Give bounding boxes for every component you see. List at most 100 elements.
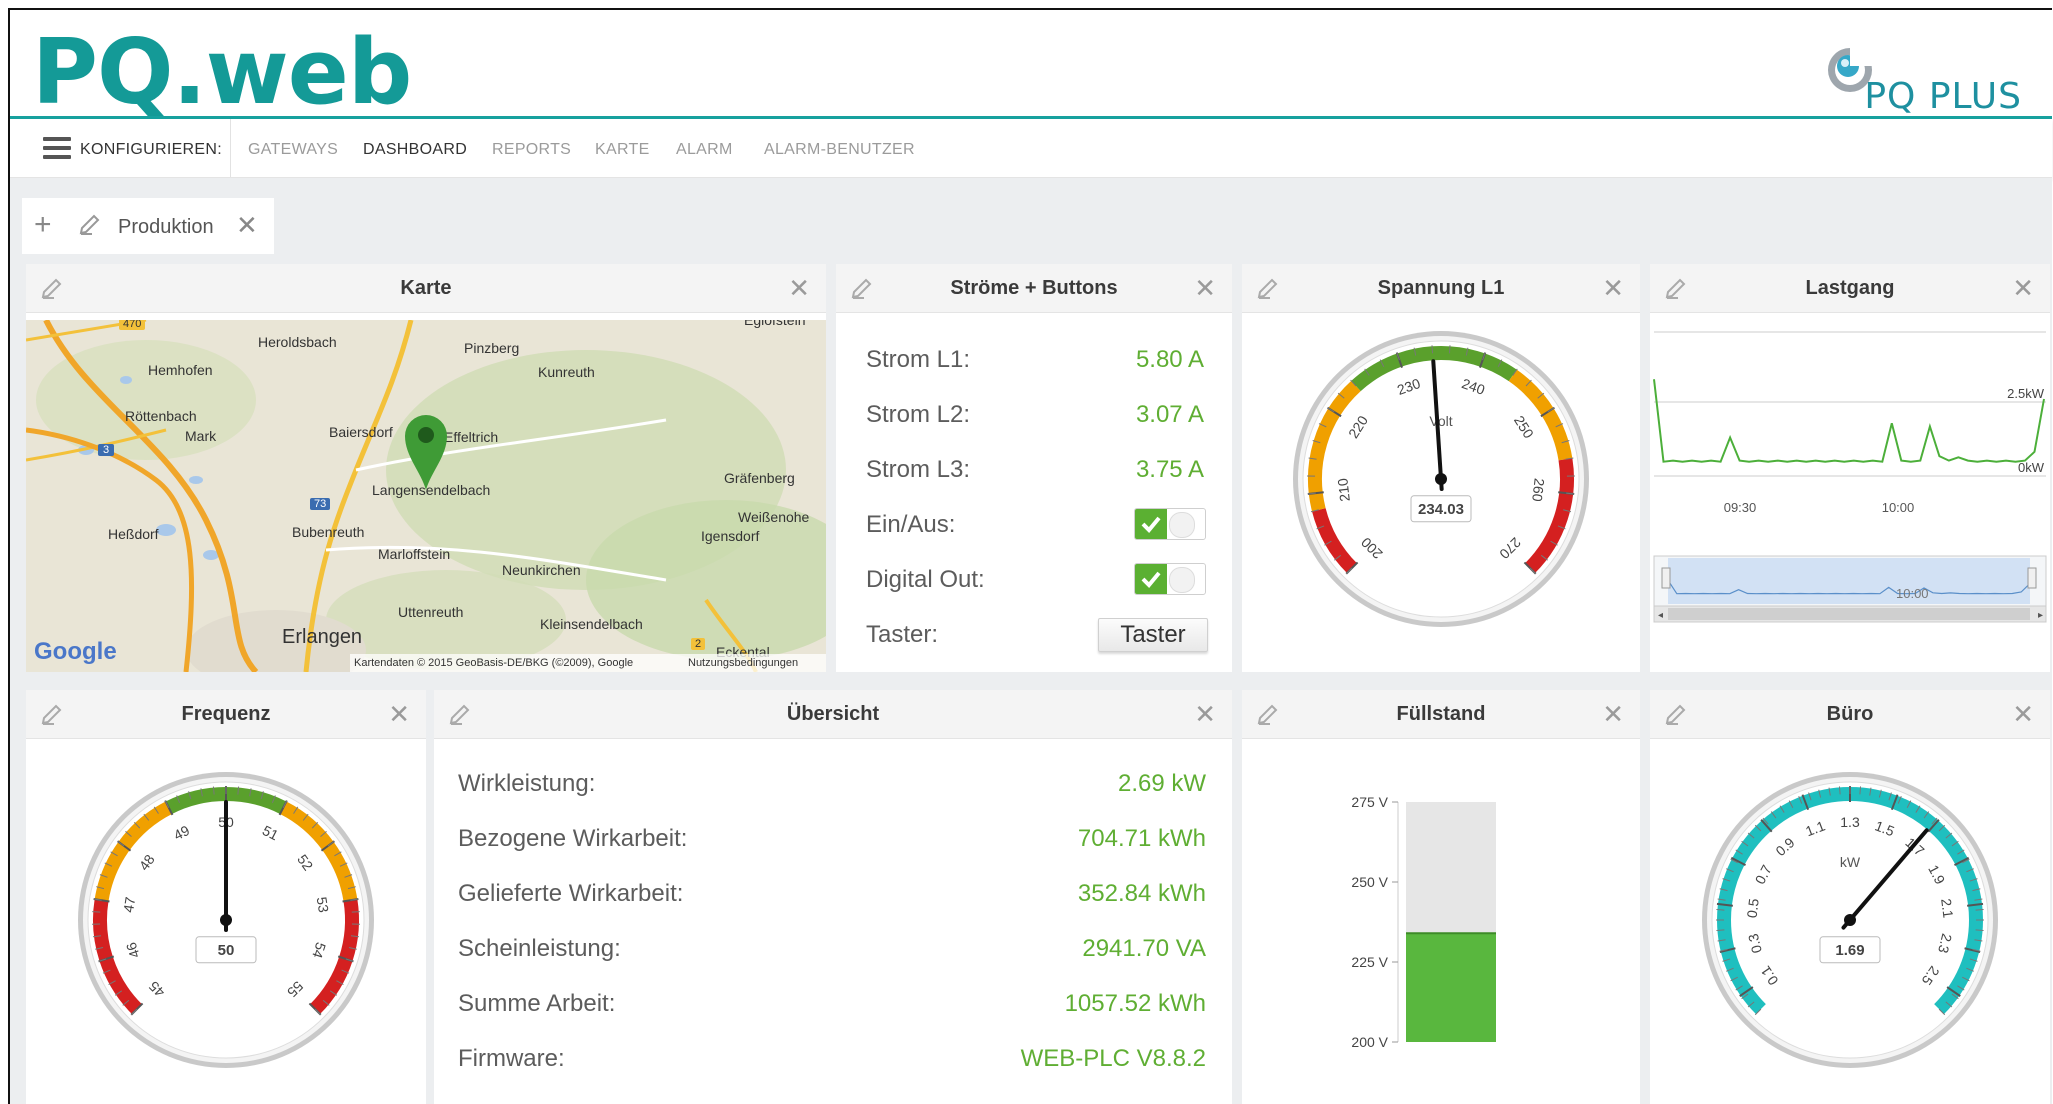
widget-title: Ströme + Buttons (950, 277, 1118, 299)
widget-header: Büro ✕ (1650, 690, 2050, 739)
widget-header: Frequenz ✕ (26, 690, 426, 739)
widget-header: Karte ✕ (26, 264, 826, 313)
overview-label: Bezogene Wirkarbeit: (458, 825, 688, 852)
gauge-unit: kW (1840, 854, 1861, 870)
gauge-minor-tick (1975, 929, 1984, 932)
strom-l3-value: 3.75 A (1135, 456, 1204, 483)
map-view[interactable]: Heroldsbach Hemhofen Pinzberg Kunreuth R… (26, 320, 826, 672)
nav-item-dashboard[interactable]: DASHBOARD (363, 141, 467, 159)
map-place: Marloffstein (378, 546, 451, 562)
map-place: Heßdorf (108, 526, 159, 542)
gauge-value-readout: 50 (218, 942, 235, 959)
toggle-knob (1169, 512, 1195, 538)
close-widget-icon[interactable]: ✕ (388, 699, 410, 730)
scale-label: 250 V (1351, 874, 1388, 890)
edit-tab-icon[interactable] (78, 212, 102, 241)
gauge-tick-label: 0.5 (1744, 897, 1762, 918)
map-place: Kunreuth (538, 364, 595, 380)
map-attribution: Kartendaten © 2015 GeoBasis-DE/BKG (©200… (354, 657, 634, 669)
dashboard-tab[interactable]: + Produktion ✕ (22, 198, 274, 254)
map-place: Röttenbach (125, 408, 197, 424)
gauge-value-readout: 234.03 (1418, 501, 1464, 518)
close-widget-icon[interactable]: ✕ (788, 273, 810, 304)
gauge-tick-label: 1.3 (1840, 814, 1860, 830)
close-widget-icon[interactable]: ✕ (1194, 273, 1216, 304)
navigator-handle (1661, 567, 1671, 589)
gauge-tick-label: 47 (120, 896, 138, 914)
widget-title: Füllstand (1396, 703, 1486, 725)
google-logo: Google (34, 638, 117, 665)
nav-item-reports[interactable]: REPORTS (492, 141, 571, 159)
digital-out-label: Digital Out: (866, 566, 985, 593)
scroll-left-arrow-icon: ◂ (1658, 610, 1663, 621)
nav-item-alarm-benutzer[interactable]: ALARM-BENUTZER (764, 141, 915, 159)
y-axis-label: 2.5kW (2007, 386, 2045, 401)
x-axis-label: 10:00 (1882, 500, 1915, 515)
close-widget-icon[interactable]: ✕ (1194, 699, 1216, 730)
taster-button[interactable]: Taster (1098, 618, 1208, 652)
navigator-scrollbar-thumb (1668, 608, 2030, 620)
widget-header: Füllstand ✕ (1242, 690, 1640, 739)
hamburger-menu-icon[interactable] (43, 137, 71, 159)
gauge-tick-label: 210 (1334, 477, 1353, 502)
toggle-knob (1169, 567, 1195, 593)
close-widget-icon[interactable]: ✕ (2012, 699, 2034, 730)
toggle-on-indicator (1135, 509, 1167, 539)
app-header: PQ.web PQ PLUS (10, 10, 2052, 118)
map-place: Heroldsbach (258, 334, 337, 350)
map-place: Bubenreuth (292, 524, 365, 540)
widget-karte: Karte ✕ Heroldsbach Hemhofen Pinzberg Ku… (26, 264, 826, 672)
widget-header: Ströme + Buttons ✕ (836, 264, 1232, 313)
map-place: Hemhofen (148, 362, 213, 378)
widget-stroeme: Ströme + Buttons ✕ Strom L1: 5.80 A Stro… (836, 264, 1232, 672)
map-terms-link[interactable]: Nutzungsbedingungen (688, 657, 798, 669)
tab-label[interactable]: Produktion (118, 216, 214, 239)
widget-header: Übersicht ✕ (434, 690, 1232, 739)
overview-value: 1057.52 kWh (1064, 990, 1206, 1017)
close-widget-icon[interactable]: ✕ (1602, 699, 1624, 730)
widget-header: Lastgang ✕ (1650, 264, 2050, 313)
widget-uebersicht: Übersicht ✕ Wirkleistung: 2.69 kW Bezoge… (434, 690, 1232, 1104)
gauge-needle-hub (1435, 473, 1447, 485)
strom-l1-label: Strom L1: (866, 346, 971, 373)
load-profile-chart[interactable]: 2.5kW 0kW 09:30 10:00 10:00 ◂ ▸ (1650, 312, 2050, 672)
map-place: Eglofstein (744, 320, 806, 328)
map-place: Kleinsendelbach (540, 616, 643, 632)
load-series-line (1653, 379, 2045, 463)
map-marker-icon[interactable] (403, 412, 449, 492)
navigator-label: 10:00 (1896, 586, 1929, 601)
navigator-selection (1668, 558, 2030, 604)
digital-out-toggle[interactable] (1134, 563, 1206, 595)
widget-spannung: Spannung L1 ✕ 200 210 220 230 240 250 260 270 Vo… (1242, 264, 1640, 672)
scroll-right-arrow-icon: ▸ (2038, 610, 2043, 621)
strom-l2-label: Strom L2: (866, 401, 971, 428)
overview-label: Firmware: (458, 1045, 565, 1072)
widget-header: Spannung L1 ✕ (1242, 264, 1640, 313)
widget-title: Lastgang (1805, 277, 1895, 299)
map-place: Baiersdorf (329, 424, 393, 440)
gauge-minor-tick (1716, 929, 1725, 932)
add-tab-icon[interactable]: + (34, 208, 52, 242)
close-tab-icon[interactable]: ✕ (236, 210, 258, 241)
overview-value: 2941.70 VA (1082, 935, 1206, 962)
power-gauge: 0.10.30.50.70.91.11.31.51.71.92.12.32.5k… (1702, 772, 1998, 1068)
gauge-needle-hub (1844, 914, 1856, 926)
close-widget-icon[interactable]: ✕ (1602, 273, 1624, 304)
overview-value: 352.84 kWh (1077, 880, 1206, 907)
nav-item-karte[interactable]: KARTE (595, 141, 650, 159)
map-place: Mark (185, 428, 217, 444)
scale-label: 225 V (1351, 954, 1388, 970)
x-axis-label: 09:30 (1724, 500, 1757, 515)
map-place: Weißenohe (738, 509, 810, 525)
nav-item-alarm[interactable]: ALARM (676, 141, 733, 159)
widget-title: Karte (400, 277, 452, 299)
close-widget-icon[interactable]: ✕ (2012, 273, 2034, 304)
overview-label: Wirkleistung: (458, 770, 596, 797)
scale-label: 200 V (1351, 1034, 1388, 1050)
nav-configure-label[interactable]: KONFIGURIEREN: (80, 141, 222, 159)
widget-frequenz: Frequenz ✕ 454647484950515253545550 (26, 690, 426, 1104)
map-place: Effeltrich (444, 429, 499, 445)
ein-aus-toggle[interactable] (1134, 508, 1206, 540)
map-place: Pinzberg (464, 340, 520, 356)
nav-item-gateways[interactable]: GATEWAYS (248, 141, 338, 159)
